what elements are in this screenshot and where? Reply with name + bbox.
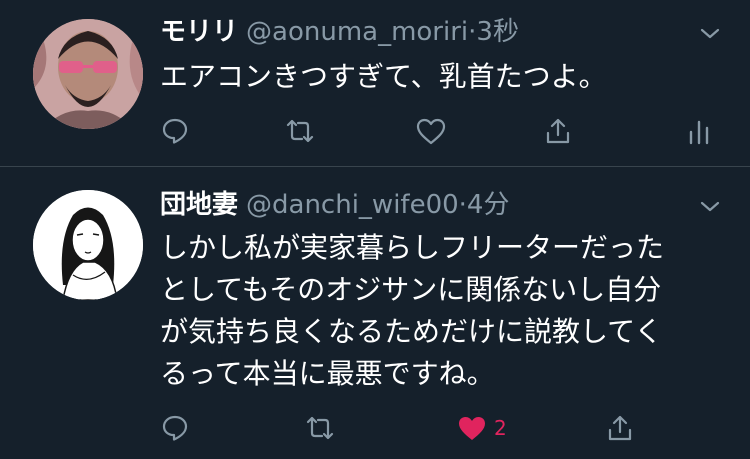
heart-filled-icon <box>456 413 488 443</box>
avatar[interactable] <box>33 19 143 129</box>
reply-icon <box>160 116 190 146</box>
retweet-button[interactable] <box>283 113 317 149</box>
user-handle[interactable]: @danchi_wife00 <box>246 190 459 220</box>
separator-dot: · <box>458 190 467 220</box>
analytics-button[interactable] <box>687 113 711 149</box>
tweet-text: エアコンきつすぎて、乳首たつよ。 <box>160 60 607 93</box>
reply-button[interactable] <box>160 113 190 149</box>
analytics-icon <box>687 116 711 146</box>
reply-button[interactable] <box>160 410 190 446</box>
retweet-icon <box>283 116 317 146</box>
like-button[interactable]: 2 <box>456 410 507 446</box>
display-name[interactable]: モリリ <box>160 17 238 47</box>
share-button[interactable] <box>543 113 573 149</box>
tweet-text: しかし私が実家暮らしフリーターだった としてもそのオジサンに関係ないし自分 が気… <box>160 231 665 390</box>
user-handle[interactable]: @aonuma_moriri <box>246 17 468 47</box>
retweet-button[interactable] <box>303 410 337 446</box>
tweet-header: モリリ @aonuma_moriri·3秒 <box>160 16 519 48</box>
reply-icon <box>160 413 190 443</box>
like-button[interactable] <box>415 113 447 149</box>
share-button[interactable] <box>605 410 635 446</box>
share-icon <box>543 116 573 146</box>
timestamp[interactable]: 4分 <box>467 190 510 220</box>
retweet-icon <box>303 413 337 443</box>
display-name[interactable]: 団地妻 <box>160 190 238 220</box>
share-icon <box>605 413 635 443</box>
like-count: 2 <box>494 416 507 440</box>
tweet-header: 団地妻 @danchi_wife00·4分 <box>160 189 509 221</box>
tweet-actions <box>160 113 720 149</box>
timestamp[interactable]: 3秒 <box>476 17 519 47</box>
heart-outline-icon <box>415 116 447 146</box>
avatar[interactable] <box>33 190 143 300</box>
tweet[interactable]: 団地妻 @danchi_wife00·4分 しかし私が実家暮らしフリーターだった … <box>0 167 750 459</box>
tweet-actions: 2 <box>160 410 720 446</box>
chevron-down-icon[interactable] <box>698 195 722 219</box>
chevron-down-icon[interactable] <box>698 22 722 46</box>
tweet[interactable]: モリリ @aonuma_moriri·3秒 エアコンきつすぎて、乳首たつよ。 <box>0 0 750 167</box>
